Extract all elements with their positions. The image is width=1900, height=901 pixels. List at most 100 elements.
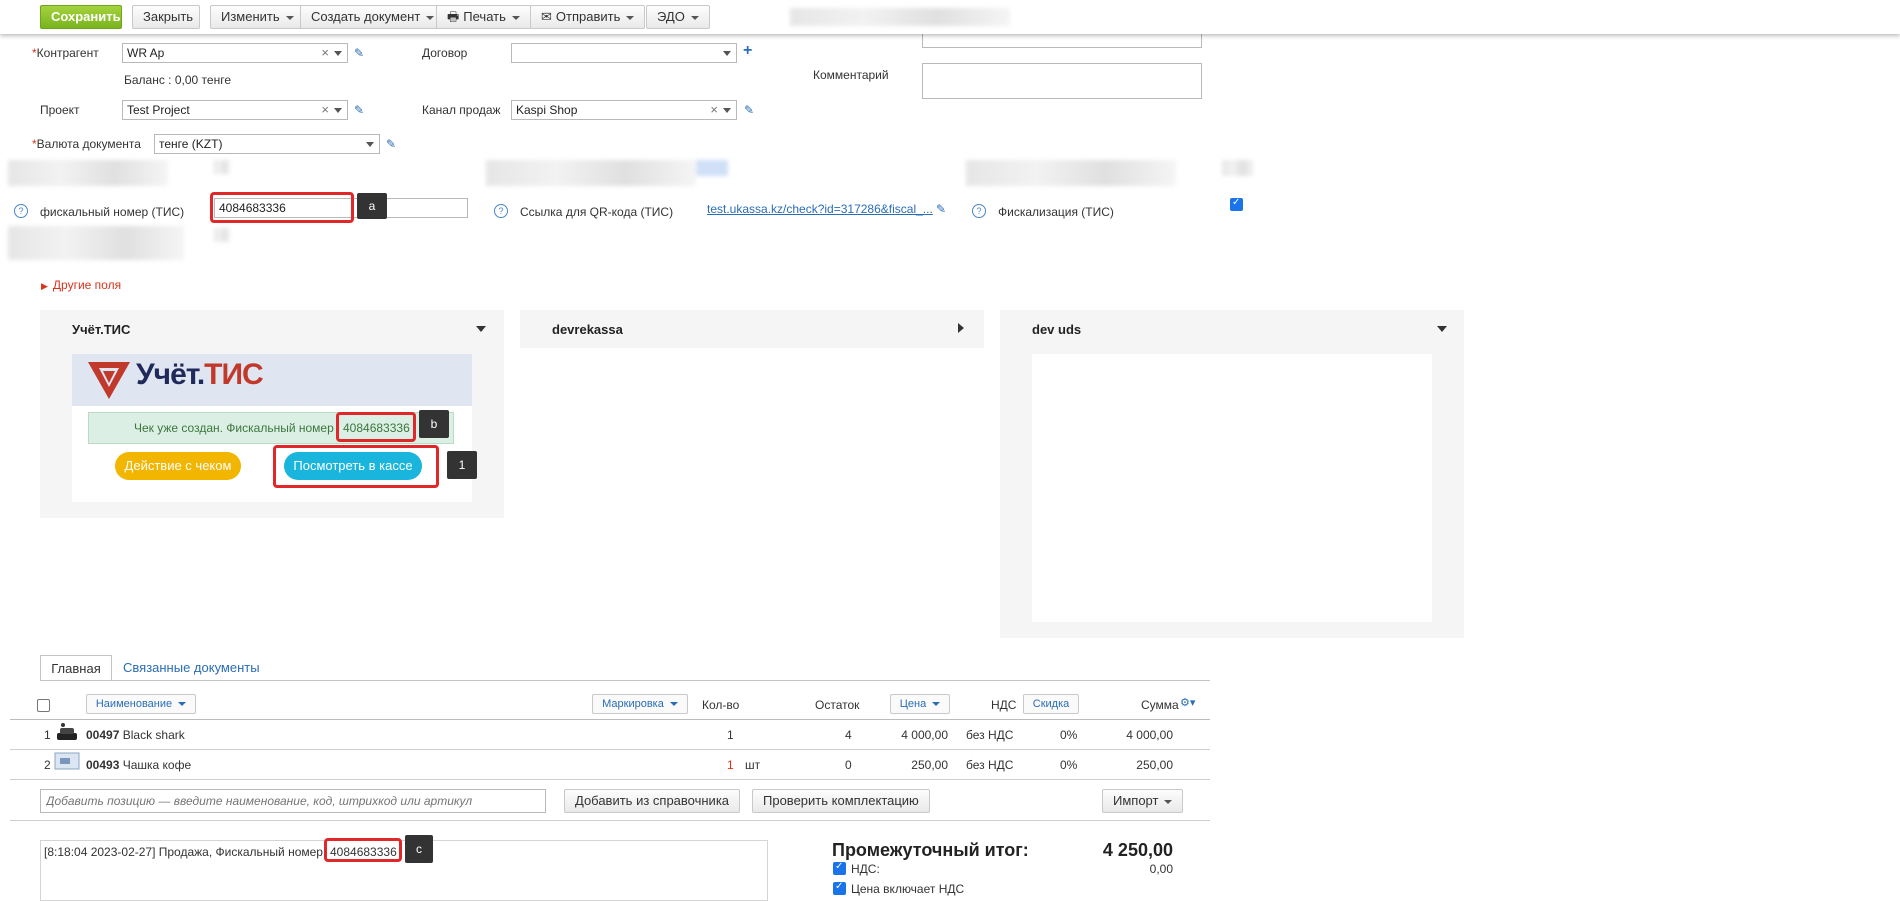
select-all-checkbox[interactable] <box>37 699 50 712</box>
price-column-header[interactable]: Цена <box>890 694 950 714</box>
devuds-widget-title: dev uds <box>1032 322 1082 337</box>
qr-link[interactable]: test.ukassa.kz/check?id=317286&fiscal_..… <box>707 202 933 216</box>
edo-button[interactable]: ЭДО <box>646 5 710 29</box>
stock-column-header: Остаток <box>815 698 860 712</box>
row-price[interactable]: 250,00 <box>880 758 948 772</box>
other-fields-toggle[interactable]: ▶ Другие поля <box>41 278 121 292</box>
vat-column-header: НДС <box>991 698 1017 712</box>
chevron-down-icon <box>626 15 635 20</box>
clear-icon[interactable]: × <box>710 101 718 119</box>
product-name[interactable]: 00493 Чашка кофе <box>86 758 191 772</box>
price-includes-vat-checkbox[interactable] <box>833 881 846 895</box>
tab-related-documents[interactable]: Связанные документы <box>123 660 260 675</box>
send-button[interactable]: ✉ Отправить <box>530 5 646 29</box>
row-vat[interactable]: без НДС <box>966 758 1013 772</box>
blurred-area <box>8 160 168 186</box>
fiscalization-checkbox[interactable] <box>1230 197 1243 211</box>
pencil-icon[interactable]: ✎ <box>354 103 364 117</box>
row-price[interactable]: 4 000,00 <box>880 728 948 742</box>
name-column-header[interactable]: Наименование <box>86 694 196 714</box>
pencil-icon[interactable]: ✎ <box>936 202 946 216</box>
sales-channel-label: Канал продаж <box>422 103 501 117</box>
highlight-box <box>273 445 439 488</box>
help-icon[interactable]: ? <box>494 204 508 218</box>
row-vat[interactable]: без НДС <box>966 728 1013 742</box>
chevron-down-icon <box>366 142 374 147</box>
chevron-down-icon <box>669 702 678 707</box>
close-button[interactable]: Закрыть <box>132 5 200 29</box>
sales-channel-select[interactable]: Kaspi Shop × <box>511 100 737 120</box>
row-discount[interactable]: 0% <box>1060 758 1077 772</box>
import-button[interactable]: Импорт <box>1102 789 1184 813</box>
chevron-down-icon[interactable] <box>1437 326 1447 332</box>
help-icon[interactable]: ? <box>14 204 28 218</box>
chevron-down-icon <box>932 702 941 707</box>
project-select[interactable]: Test Project × <box>122 100 348 120</box>
chevron-down-icon <box>723 51 731 56</box>
chevron-down-icon <box>723 108 731 113</box>
chevron-down-icon <box>426 15 435 20</box>
vat-checkbox[interactable] <box>833 861 846 875</box>
currency-select[interactable]: тенге (KZT) <box>154 134 380 154</box>
clear-icon[interactable]: × <box>321 44 329 62</box>
product-thumbnail <box>54 752 80 770</box>
counterparty-select[interactable]: WR Ap × <box>122 43 348 63</box>
blurred-area <box>214 160 230 174</box>
product-name[interactable]: 00497 Black shark <box>86 728 185 742</box>
receipt-action-button[interactable]: Действие с чеком <box>115 452 241 480</box>
pencil-icon[interactable]: ✎ <box>744 103 754 117</box>
fiscal-label: фискальный номер (ТИС) <box>40 205 185 219</box>
clear-icon[interactable]: × <box>321 101 329 119</box>
project-label: Проект <box>40 103 80 117</box>
comment-input[interactable] <box>922 63 1202 99</box>
comment-label: Комментарий <box>813 68 889 82</box>
envelope-icon: ✉ <box>541 9 552 24</box>
tab-main[interactable]: Главная <box>40 655 112 681</box>
subtotal-label: Промежуточный итог: <box>832 840 1029 860</box>
create-document-button[interactable]: Создать документ <box>300 5 446 29</box>
import-label: Импорт <box>1113 793 1159 808</box>
add-contract-icon[interactable]: + <box>743 42 752 60</box>
blurred-area <box>790 8 1010 26</box>
edo-label: ЭДО <box>657 9 685 24</box>
printer-icon: 🖶 <box>447 9 460 24</box>
caret-right-icon: ▶ <box>41 281 48 291</box>
add-position-input[interactable] <box>40 789 546 813</box>
pencil-icon[interactable]: ✎ <box>386 137 396 151</box>
highlight-box <box>324 838 402 862</box>
blurred-area <box>486 160 696 186</box>
print-button[interactable]: 🖶 Печать <box>436 5 531 29</box>
gear-icon[interactable]: ⚙▾ <box>1180 696 1195 709</box>
row-sum: 4 000,00 <box>1126 728 1173 742</box>
highlight-box <box>210 192 354 223</box>
section-divider <box>10 820 1210 821</box>
chevron-right-icon[interactable] <box>958 323 964 333</box>
counterparty-value: WR Ap <box>127 46 165 60</box>
discount-column-header[interactable]: Скидка <box>1023 694 1079 714</box>
contract-select[interactable] <box>511 43 737 63</box>
devrekassa-widget-title: devrekassa <box>552 322 623 337</box>
add-from-reference-button[interactable]: Добавить из справочника <box>564 789 741 813</box>
counterparty-label: *Контрагент <box>32 46 99 60</box>
row-discount[interactable]: 0% <box>1060 728 1077 742</box>
check-kit-button[interactable]: Проверить комплектацию <box>752 789 930 813</box>
chevron-down-icon <box>511 15 520 20</box>
blurred-area <box>1222 160 1254 176</box>
qr-label: Ссылка для QR-кода (ТИС) <box>520 205 674 219</box>
row-number: 1 <box>44 728 51 742</box>
chevron-down-icon[interactable] <box>476 326 486 332</box>
row-qty[interactable]: 1 <box>727 758 734 772</box>
edit-menu-button[interactable]: Изменить <box>210 5 305 29</box>
marking-column-header[interactable]: Маркировка <box>592 694 688 714</box>
blurred-area <box>214 228 230 242</box>
row-qty[interactable]: 1 <box>727 728 734 742</box>
name-column-label: Наименование <box>95 698 173 710</box>
tis-logo-icon <box>88 362 130 399</box>
event-log-text: [8:18:04 2023-02-27] Продажа, Фискальный… <box>44 845 323 859</box>
help-icon[interactable]: ? <box>972 204 986 218</box>
product-thumbnail <box>57 723 77 740</box>
contract-label: Договор <box>422 46 468 60</box>
save-button[interactable]: Сохранить <box>40 5 122 29</box>
pencil-icon[interactable]: ✎ <box>354 46 364 60</box>
toolbar: Сохранить Закрыть Изменить Создать докум… <box>0 0 1900 34</box>
